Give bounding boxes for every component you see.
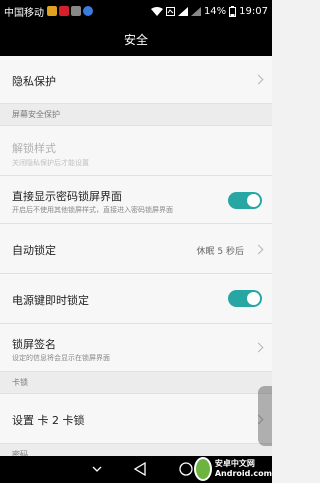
sim2-lock-label: 设置 卡 2 卡锁 [12,414,85,427]
watermark: 安卓中文网 Android.com [194,455,272,483]
home-icon[interactable] [179,462,193,476]
page-title-bar: 安全 [0,22,272,56]
section-label: 屏幕安全保护 [12,110,60,119]
notification-z-icon [59,6,69,16]
signal-icon [177,6,188,16]
watermark-line2: Android.com [214,469,272,478]
unlock-style-hint: 关闭隐私保护后才能设置 [12,159,89,167]
watermark-text: 安卓中文网 Android.com [215,459,272,479]
status-bar: 中国移动 14% 19:07 [0,0,272,22]
notification-browser-icon [83,6,93,16]
sim2-lock-item[interactable]: 设置 卡 2 卡锁 [0,394,272,444]
unlock-style-item: 解锁样式 关闭隐私保护后才能设置 [0,126,272,176]
watermark-line1: 安卓中文网 [214,459,255,468]
lock-signature-item[interactable]: 锁屏签名 设定的信息将会显示在锁屏界面 [0,324,272,372]
direct-password-toggle[interactable] [228,192,262,209]
toggle-knob [247,292,260,305]
chevron-right-icon [253,342,264,353]
unlock-style-label: 解锁样式 [12,142,56,155]
toggle-knob [247,194,260,207]
page-title: 安全 [123,32,148,47]
wifi-icon [150,6,163,16]
chevron-right-icon [253,244,264,255]
privacy-protection-label: 隐私保护 [12,75,56,88]
direct-password-item[interactable]: 直接显示密码锁屏界面 开启后不使用其他锁屏样式，直接进入密码锁屏界面 [0,176,272,224]
section-header-sim-lock: 卡锁 [0,372,272,394]
carrier-name: 中国移动 [4,7,44,19]
chevron-right-icon [253,74,264,85]
power-key-lock-item[interactable]: 电源键即时锁定 [0,274,272,324]
power-key-lock-label: 电源键即时锁定 [12,294,89,307]
section-header-screen-security: 屏幕安全保护 [0,104,272,126]
scroll-handle[interactable] [258,386,272,446]
battery-percent: 14% [203,5,227,17]
lock-signature-hint: 设定的信息将会显示在锁屏界面 [12,354,110,362]
nfc-icon [165,6,175,16]
clock: 19:07 [239,5,268,17]
navigation-bar: 安卓中文网 Android.com [0,456,272,483]
section-label: 卡锁 [12,378,28,387]
android-logo-icon [194,457,212,481]
privacy-protection-item[interactable]: 隐私保护 [0,56,272,104]
battery-icon [229,5,237,17]
notification-app-icon [47,6,57,16]
back-icon[interactable] [133,462,147,476]
notification-image-icon [71,6,81,16]
collapse-icon[interactable] [92,465,102,473]
signal-icon-2 [190,6,201,16]
power-key-lock-toggle[interactable] [228,290,262,307]
lock-signature-label: 锁屏签名 [12,338,56,351]
auto-lock-label: 自动锁定 [12,244,56,257]
direct-password-hint: 开启后不使用其他锁屏样式，直接进入密码锁屏界面 [12,206,173,214]
direct-password-label: 直接显示密码锁屏界面 [12,190,122,203]
settings-list[interactable]: 隐私保护 屏幕安全保护 解锁样式 关闭隐私保护后才能设置 直接显示密码锁屏界面 … [0,56,272,456]
auto-lock-item[interactable]: 自动锁定 休眠 5 秒后 [0,224,272,274]
auto-lock-value: 休眠 5 秒后 [196,247,244,257]
